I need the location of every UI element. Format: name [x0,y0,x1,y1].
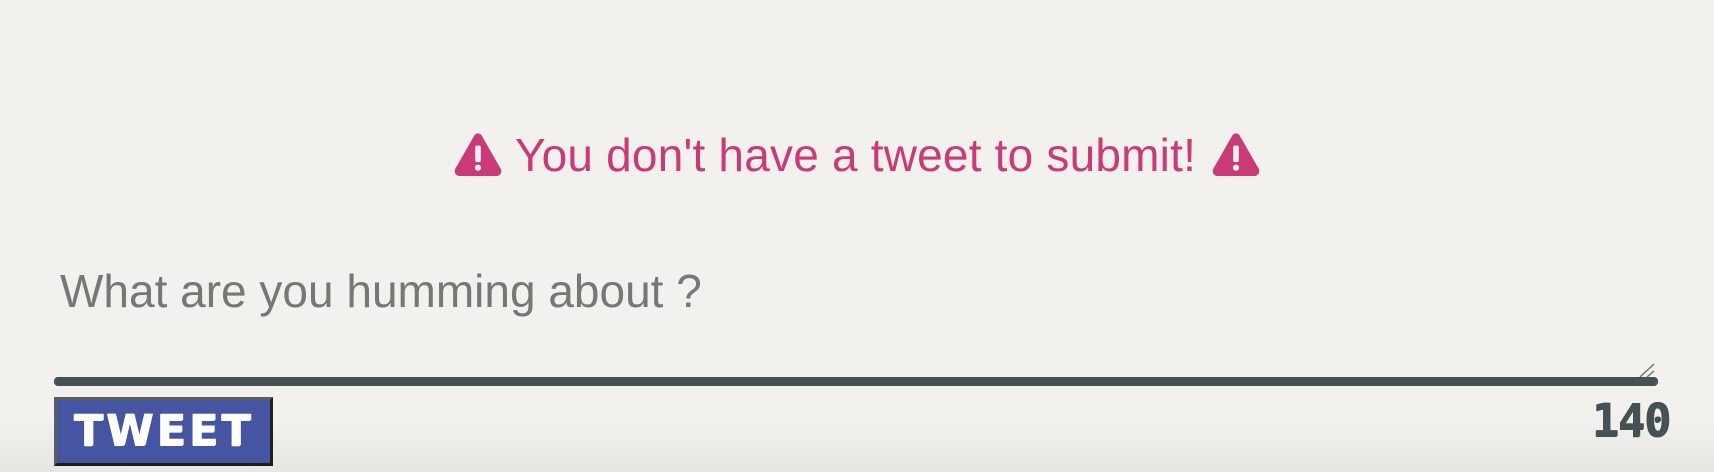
error-message: You don't have a tweet to submit! [0,126,1714,184]
warning-triangle-icon [453,132,503,178]
character-counter: 140 [1591,394,1671,447]
resize-handle-icon[interactable] [1638,362,1656,378]
tweet-input[interactable] [54,256,1654,376]
warning-triangle-icon [1211,132,1261,178]
tweet-button[interactable]: TWEET [54,397,273,466]
error-text: You don't have a tweet to submit! [514,129,1197,181]
input-underline [54,377,1658,386]
